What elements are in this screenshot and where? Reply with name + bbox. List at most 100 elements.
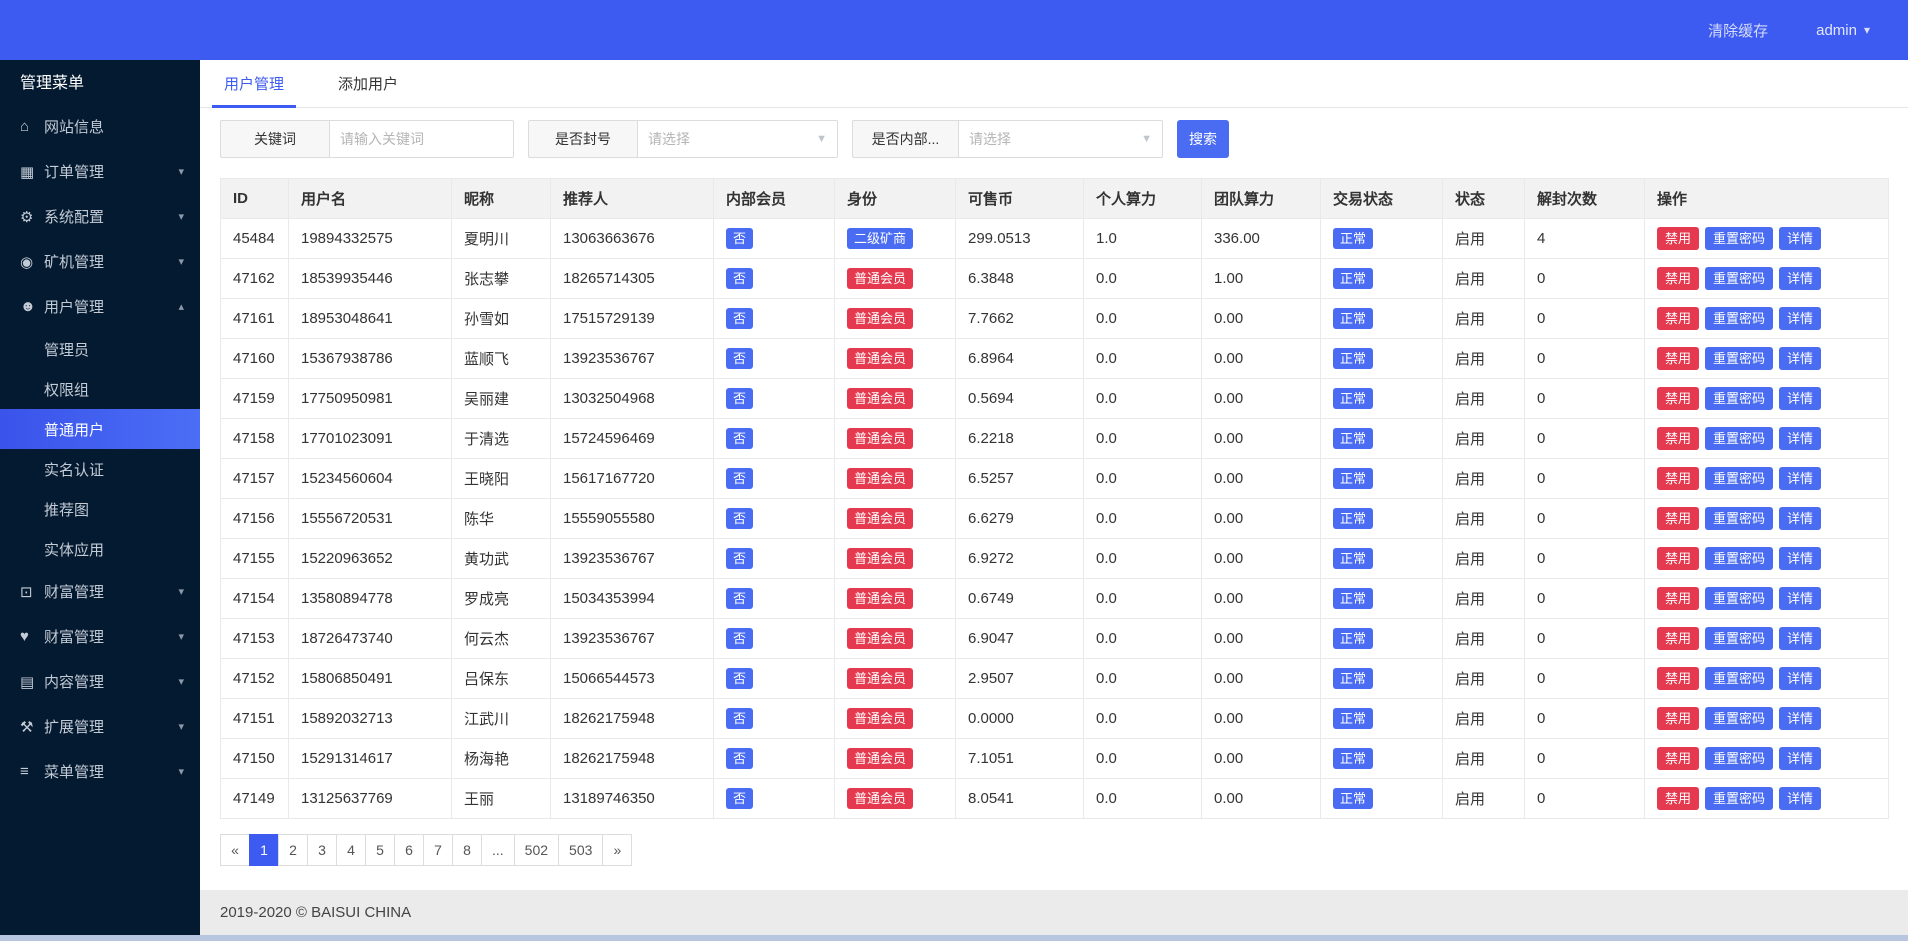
cell-status: 启用	[1443, 219, 1525, 259]
cell-username: 17701023091	[289, 419, 452, 459]
reset-password-button[interactable]: 重置密码	[1705, 227, 1773, 250]
detail-button[interactable]: 详情	[1779, 667, 1821, 690]
disable-button[interactable]: 禁用	[1657, 627, 1699, 650]
detail-button[interactable]: 详情	[1779, 627, 1821, 650]
table-row: 4715318726473740何云杰13923536767否普通会员6.904…	[221, 619, 1889, 659]
tab-user-management[interactable]: 用户管理	[220, 60, 288, 107]
page-3[interactable]: 3	[307, 834, 337, 866]
disable-button[interactable]: 禁用	[1657, 307, 1699, 330]
reset-password-button[interactable]: 重置密码	[1705, 587, 1773, 610]
sidebar-subitem-entity-app[interactable]: 实体应用	[0, 529, 200, 569]
disable-button[interactable]: 禁用	[1657, 427, 1699, 450]
detail-button[interactable]: 详情	[1779, 587, 1821, 610]
cell-referrer: 18262175948	[551, 739, 714, 779]
disable-button[interactable]: 禁用	[1657, 587, 1699, 610]
sidebar-item-website-info[interactable]: ⌂网站信息	[0, 104, 200, 149]
sidebar-item-menu-management[interactable]: ≡菜单管理▾	[0, 749, 200, 794]
detail-button[interactable]: 详情	[1779, 387, 1821, 410]
page-next[interactable]: »	[602, 834, 632, 866]
sidebar-item-system-config[interactable]: ⚙系统配置▾	[0, 194, 200, 239]
page-4[interactable]: 4	[336, 834, 366, 866]
disable-button[interactable]: 禁用	[1657, 267, 1699, 290]
sidebar-subitem-realname-auth[interactable]: 实名认证	[0, 449, 200, 489]
disable-button[interactable]: 禁用	[1657, 667, 1699, 690]
sidebar-subitem-referral-chart[interactable]: 推荐图	[0, 489, 200, 529]
cell-team-power: 1.00	[1202, 259, 1321, 299]
disable-button[interactable]: 禁用	[1657, 747, 1699, 770]
page-8[interactable]: 8	[452, 834, 482, 866]
sidebar-item-miner-management[interactable]: ◉矿机管理▾	[0, 239, 200, 284]
disable-button[interactable]: 禁用	[1657, 707, 1699, 730]
detail-button[interactable]: 详情	[1779, 507, 1821, 530]
sidebar-item-order-management[interactable]: ▦订单管理▾	[0, 149, 200, 194]
cell-nickname: 陈华	[452, 499, 551, 539]
detail-button[interactable]: 详情	[1779, 467, 1821, 490]
cell-unban-count: 0	[1525, 539, 1645, 579]
reset-password-button[interactable]: 重置密码	[1705, 707, 1773, 730]
column-header: 交易状态	[1321, 179, 1443, 219]
detail-button[interactable]: 详情	[1779, 347, 1821, 370]
disable-button[interactable]: 禁用	[1657, 547, 1699, 570]
detail-button[interactable]: 详情	[1779, 267, 1821, 290]
sidebar-subitem-permission-group[interactable]: 权限组	[0, 369, 200, 409]
sidebar-item-wealth-management-1[interactable]: ⊡财富管理▾	[0, 569, 200, 614]
page-7[interactable]: 7	[423, 834, 453, 866]
cell-team-power: 0.00	[1202, 619, 1321, 659]
page-2[interactable]: 2	[278, 834, 308, 866]
disable-button[interactable]: 禁用	[1657, 467, 1699, 490]
detail-button[interactable]: 详情	[1779, 227, 1821, 250]
reset-password-button[interactable]: 重置密码	[1705, 267, 1773, 290]
detail-button[interactable]: 详情	[1779, 307, 1821, 330]
detail-button[interactable]: 详情	[1779, 787, 1821, 810]
page-prev[interactable]: «	[220, 834, 250, 866]
sidebar-item-extension-management[interactable]: ⚒扩展管理▾	[0, 704, 200, 749]
detail-button[interactable]: 详情	[1779, 747, 1821, 770]
keyword-input[interactable]	[340, 131, 503, 147]
table-row: 4715015291314617杨海艳18262175948否普通会员7.105…	[221, 739, 1889, 779]
admin-user-menu[interactable]: admin ▾	[1816, 22, 1870, 39]
reset-password-button[interactable]: 重置密码	[1705, 307, 1773, 330]
column-header: 昵称	[452, 179, 551, 219]
reset-password-button[interactable]: 重置密码	[1705, 747, 1773, 770]
sidebar-item-content-management[interactable]: ▤内容管理▾	[0, 659, 200, 704]
disable-button[interactable]: 禁用	[1657, 787, 1699, 810]
disable-button[interactable]: 禁用	[1657, 347, 1699, 370]
page-503[interactable]: 503	[558, 834, 603, 866]
page-1[interactable]: 1	[249, 834, 279, 866]
detail-button[interactable]: 详情	[1779, 427, 1821, 450]
cell-team-power: 0.00	[1202, 739, 1321, 779]
page-502[interactable]: 502	[514, 834, 559, 866]
reset-password-button[interactable]: 重置密码	[1705, 787, 1773, 810]
reset-password-button[interactable]: 重置密码	[1705, 547, 1773, 570]
detail-button[interactable]: 详情	[1779, 547, 1821, 570]
disable-button[interactable]: 禁用	[1657, 387, 1699, 410]
reset-password-button[interactable]: 重置密码	[1705, 667, 1773, 690]
cell-trade-status: 正常	[1321, 739, 1443, 779]
cell-actions: 禁用重置密码详情	[1645, 739, 1889, 779]
page-ellipsis[interactable]: ...	[481, 834, 515, 866]
reset-password-button[interactable]: 重置密码	[1705, 467, 1773, 490]
tab-add-user[interactable]: 添加用户	[334, 60, 402, 107]
reset-password-button[interactable]: 重置密码	[1705, 507, 1773, 530]
disable-button[interactable]: 禁用	[1657, 227, 1699, 250]
reset-password-button[interactable]: 重置密码	[1705, 387, 1773, 410]
ban-select[interactable]: 请选择 ▼	[638, 120, 838, 158]
role-badge: 普通会员	[847, 428, 913, 449]
cell-unban-count: 0	[1525, 579, 1645, 619]
reset-password-button[interactable]: 重置密码	[1705, 347, 1773, 370]
sidebar-subitem-admin[interactable]: 管理员	[0, 329, 200, 369]
reset-password-button[interactable]: 重置密码	[1705, 627, 1773, 650]
disable-button[interactable]: 禁用	[1657, 507, 1699, 530]
page-6[interactable]: 6	[394, 834, 424, 866]
reset-password-button[interactable]: 重置密码	[1705, 427, 1773, 450]
sidebar-item-user-management[interactable]: ☻用户管理▴	[0, 284, 200, 329]
page-5[interactable]: 5	[365, 834, 395, 866]
cell-unban-count: 0	[1525, 499, 1645, 539]
internal-select[interactable]: 请选择 ▼	[959, 120, 1163, 158]
detail-button[interactable]: 详情	[1779, 707, 1821, 730]
clear-cache-button[interactable]: 清除缓存	[1708, 20, 1768, 41]
search-button[interactable]: 搜索	[1177, 120, 1229, 158]
sidebar-item-wealth-management-2[interactable]: ♥财富管理▾	[0, 614, 200, 659]
sidebar-subitem-normal-user[interactable]: 普通用户	[0, 409, 200, 449]
cell-unban-count: 0	[1525, 739, 1645, 779]
